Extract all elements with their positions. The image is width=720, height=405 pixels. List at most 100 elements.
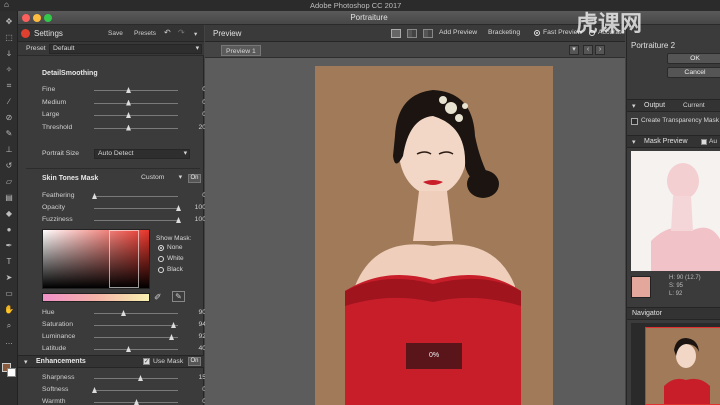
slider-value[interactable]: 0 [176,398,206,405]
collapse-icon[interactable]: ▾ [632,102,636,110]
slider-track[interactable] [94,313,178,314]
redo-icon[interactable]: ↷ [178,28,185,37]
slider-row-sharpness: Sharpness 15 [42,373,206,384]
slider-track[interactable] [94,325,178,326]
slider-track[interactable] [94,196,178,197]
brush-tool-icon[interactable]: ✎ [4,129,14,139]
slider-value[interactable]: 40 [176,345,206,352]
eyedropper-plus-icon[interactable]: ✎ [172,291,185,302]
slider-value[interactable]: 15 [176,374,206,381]
preset-value: Default [53,45,75,52]
slider-track[interactable] [94,127,178,129]
navigator-view[interactable] [631,323,720,405]
preset-select[interactable]: Default ▾ [49,44,202,54]
slider-value[interactable]: 0 [176,386,206,393]
collapse-icon[interactable]: ▾ [24,358,28,366]
background-color-swatch[interactable] [7,368,16,377]
slider-row-softness: Softness 0 [42,385,206,396]
pen-tool-icon[interactable]: ✒ [4,241,14,251]
zoom-tool-icon[interactable]: ⌕ [4,321,14,331]
create-transparency-checkbox[interactable] [631,118,638,125]
color-picker-field[interactable] [42,229,150,289]
enhancements-header: ▾ Enhancements ✓ Use Mask On [18,355,204,368]
skin-mode-select[interactable]: Custom ▾ [138,174,184,184]
use-mask-checkbox[interactable]: ✓ [143,358,150,365]
gradient-tool-icon[interactable]: ▤ [4,193,14,203]
enhancements-on-toggle[interactable]: On [188,357,201,366]
eraser-tool-icon[interactable]: ▱ [4,177,14,187]
type-tool-icon[interactable]: T [4,257,14,267]
mask-auto-checkbox[interactable] [701,139,707,145]
slider-track[interactable] [94,349,178,350]
lasso-tool-icon[interactable]: ↆ [4,49,14,59]
slider-value[interactable]: 100 [176,216,206,223]
single-view-icon[interactable] [391,29,401,38]
collapse-icon[interactable]: ▾ [632,138,636,146]
slider-track[interactable] [94,102,178,104]
slider-value[interactable]: 20 [176,124,206,131]
crop-tool-icon[interactable]: ⌗ [4,81,14,91]
eyedropper-tool-icon[interactable]: ∕ [4,97,14,107]
previous-icon[interactable]: ‹ [583,45,593,55]
navigator-thumbnail[interactable] [645,327,720,405]
slider-track[interactable] [94,390,178,391]
mask-radio-black[interactable] [158,267,164,273]
dodge-tool-icon[interactable]: ● [4,225,14,235]
slider-track[interactable] [94,378,178,379]
skin-on-toggle[interactable]: On [188,174,201,183]
preview-image[interactable]: 0% [315,66,553,405]
apple-icon[interactable]: ⌂ [4,0,12,10]
move-tool-icon[interactable]: ✥ [4,17,14,27]
slider-row-fuzziness: Fuzziness100% [42,215,214,226]
more-tools-icon[interactable]: … [4,337,14,347]
tab-preview-1[interactable]: Preview 1 [221,45,261,56]
presets-button[interactable]: Presets [134,30,156,37]
mask-radio-none[interactable] [158,245,164,251]
bracketing-button[interactable]: Bracketing [488,29,520,36]
marquee-tool-icon[interactable]: ⬚ [4,33,14,43]
slider-label: Threshold [42,123,73,131]
stamp-tool-icon[interactable]: ⊥ [4,145,14,155]
slider-value[interactable]: 94 [176,321,206,328]
shape-tool-icon[interactable]: ▭ [4,289,14,299]
settings-logo-icon [21,29,30,38]
path-select-icon[interactable]: ➤ [4,273,14,283]
cancel-button[interactable]: Cancel [667,67,720,78]
hand-tool-icon[interactable]: ✋ [4,305,14,315]
slider-value[interactable]: 0 [176,99,206,106]
eyedropper-icon[interactable]: ✐ [154,292,162,303]
healing-tool-icon[interactable]: ⊘ [4,113,14,123]
color-range-selector[interactable] [109,230,139,288]
settings-menu-icon[interactable]: ▾ [194,30,197,38]
slider-track[interactable] [94,337,178,338]
slider-value[interactable]: 100 [176,204,206,211]
mask-radio-white[interactable] [158,256,164,262]
slider-track[interactable] [94,220,178,221]
slider-value[interactable]: 0 [176,86,206,93]
slider-label: Luminance [42,333,76,340]
slider-value[interactable]: 92 [176,333,206,340]
slider-track[interactable] [94,208,178,209]
fast-preview-radio[interactable] [534,30,540,36]
blur-tool-icon[interactable]: ◆ [4,209,14,219]
slider-track[interactable] [94,115,178,116]
ok-button[interactable]: OK [667,53,720,64]
portrait-size-select[interactable]: Auto Detect ▾ [94,149,190,159]
slider-value[interactable]: 0 [176,192,206,199]
app-title: Adobe Photoshop CC 2017 [310,1,402,10]
undo-icon[interactable]: ↶ [164,28,171,37]
history-brush-icon[interactable]: ↺ [4,161,14,171]
watermark-text: 虎课网 [576,11,643,36]
zoom-menu-icon[interactable]: ▾ [569,45,579,55]
side-by-side-view-icon[interactable] [423,29,433,38]
slider-track[interactable] [94,90,178,91]
next-icon[interactable]: › [595,45,605,55]
split-view-icon[interactable] [407,29,417,38]
output-select[interactable]: Current [683,102,705,109]
hue-gradient-bar[interactable] [42,293,150,302]
magic-wand-icon[interactable]: ✧ [4,65,14,75]
save-button[interactable]: Save [108,30,123,37]
slider-value[interactable]: 0 [176,111,206,118]
add-preview-button[interactable]: Add Preview [439,29,477,36]
slider-value[interactable]: 90 [176,309,206,316]
